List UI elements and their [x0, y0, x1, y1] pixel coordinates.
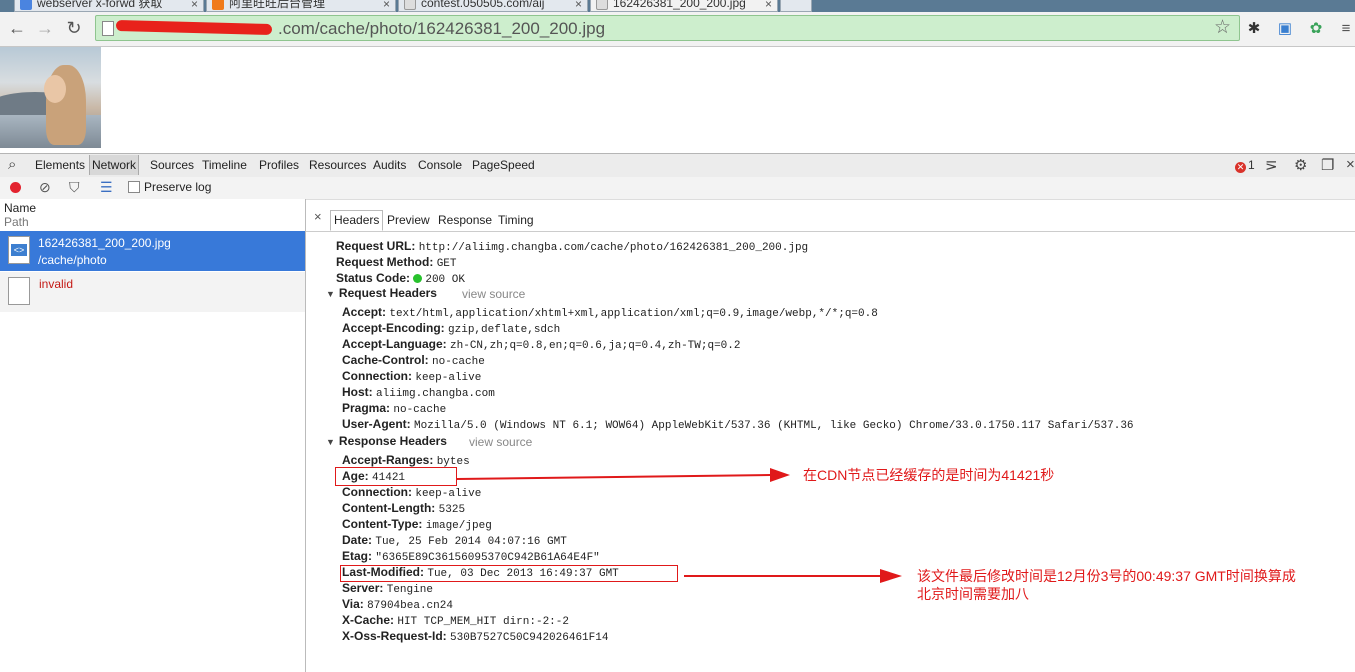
lastmod-annotation-line1: 该文件最后修改时间是12月份3号的00:49:37 GMT时间换算成	[917, 568, 1296, 584]
age-arrow-head	[770, 468, 790, 482]
lastmod-annotation-line2: 北京时间需要加八	[917, 586, 1029, 602]
lastmod-arrow-head	[880, 569, 902, 583]
age-arrow-line	[456, 474, 771, 480]
age-annotation: 在CDN节点已经缓存的是时间为41421秒	[803, 467, 1055, 483]
